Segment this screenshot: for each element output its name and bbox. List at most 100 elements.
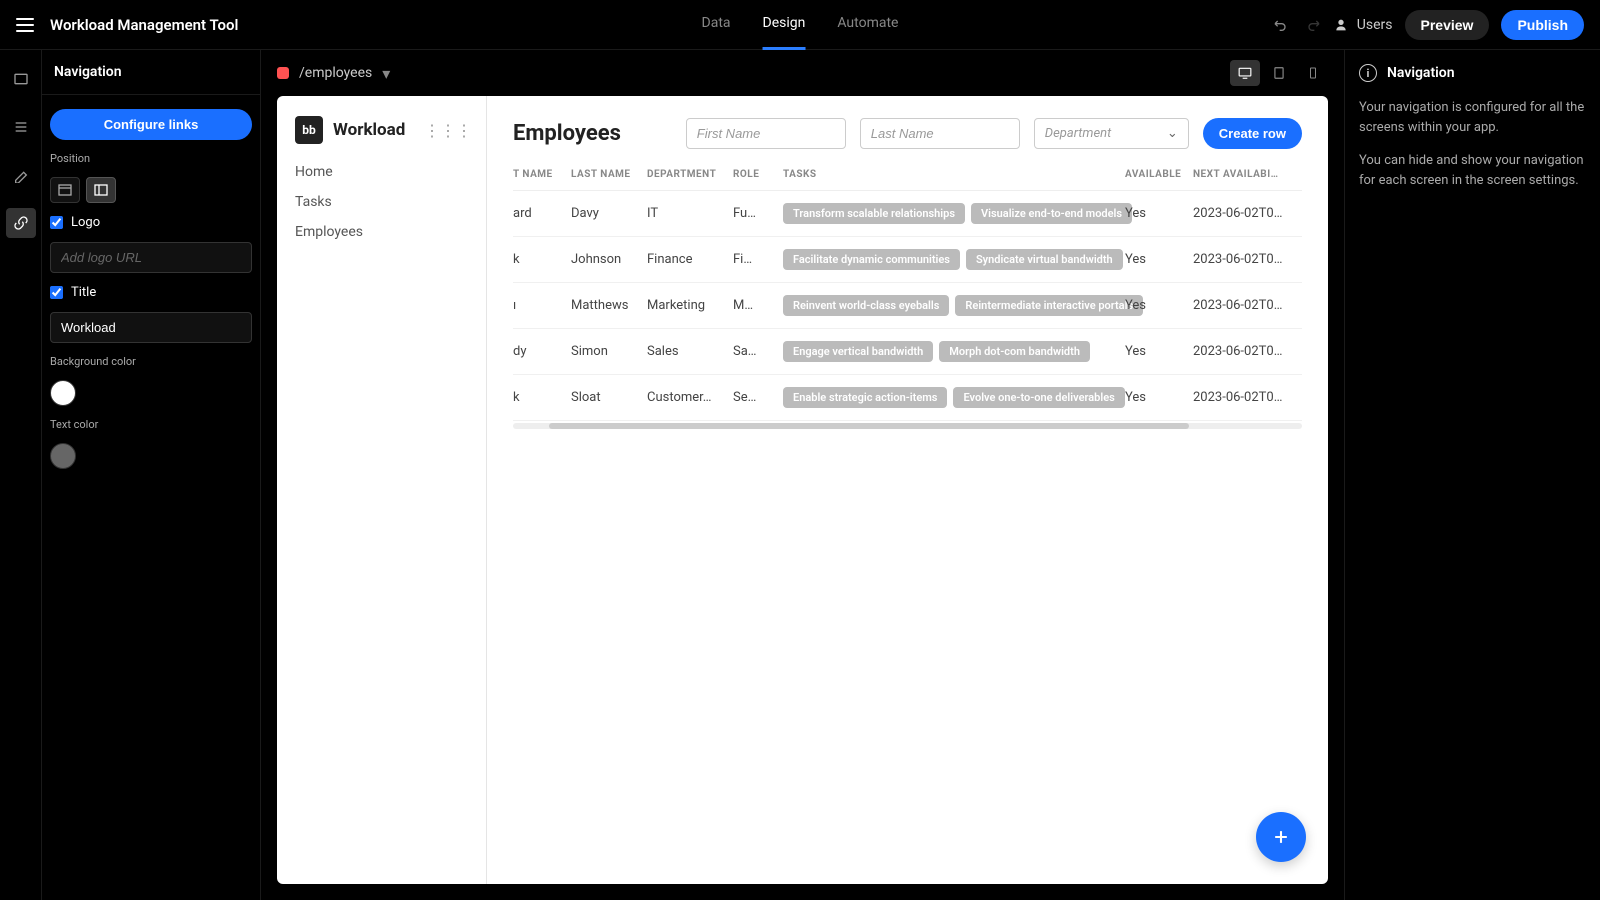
screen-name[interactable]: /employees	[299, 65, 372, 81]
fab-add-button[interactable]	[1256, 812, 1306, 862]
users-button[interactable]: Users	[1335, 17, 1393, 33]
chevron-down-icon[interactable]: ▾	[382, 64, 390, 83]
cell-next: 2023-06-02T08:…	[1193, 390, 1283, 405]
text-color-label: Text color	[50, 418, 252, 431]
col-header-dept[interactable]: DEPARTMENT	[647, 169, 733, 180]
cell-lname: Matthews	[571, 298, 647, 313]
table-row[interactable]: kSloatCustomer…Se…Enable strategic actio…	[513, 375, 1302, 421]
cell-fname: ı	[513, 298, 571, 313]
app-logo: bb	[295, 116, 323, 144]
cell-lname: Johnson	[571, 252, 647, 267]
cell-role: Fu…	[733, 206, 783, 221]
logo-url-input[interactable]	[50, 242, 252, 273]
department-placeholder: Department	[1045, 126, 1111, 141]
table-row[interactable]: dySimonSalesSa…Engage vertical bandwidth…	[513, 329, 1302, 375]
left-panel: Navigation Configure links Position Logo…	[42, 50, 261, 900]
bg-color-swatch[interactable]	[50, 380, 76, 406]
cell-tasks: Reinvent world-class eyeballsReintermedi…	[783, 295, 1119, 316]
device-toggle	[1230, 60, 1328, 86]
task-tag: Evolve one-to-one deliverables	[953, 387, 1124, 408]
rail-screens-icon[interactable]	[6, 64, 36, 94]
right-panel: i Navigation Your navigation is configur…	[1344, 50, 1600, 900]
text-color-swatch[interactable]	[50, 443, 76, 469]
cell-dept: Finance	[647, 252, 733, 267]
cell-avail: Yes	[1119, 206, 1193, 221]
app-brand-text: Workload	[333, 120, 405, 140]
task-tag: Syndicate virtual bandwidth	[966, 249, 1123, 270]
tab-design[interactable]: Design	[763, 0, 806, 50]
main-tabs: Data Design Automate	[702, 0, 899, 50]
title-label: Title	[71, 285, 96, 300]
configure-links-button[interactable]: Configure links	[50, 109, 252, 140]
tab-automate[interactable]: Automate	[837, 0, 898, 50]
table-row[interactable]: ardDavyITFu…Transform scalable relations…	[513, 191, 1302, 237]
horizontal-scrollbar[interactable]	[513, 423, 1302, 429]
icon-rail	[0, 50, 42, 900]
left-panel-title: Navigation	[42, 50, 260, 95]
cell-avail: Yes	[1119, 390, 1193, 405]
chevron-down-icon: ⌄	[1167, 126, 1178, 141]
task-tag: Morph dot-com bandwidth	[939, 341, 1090, 362]
tab-data[interactable]: Data	[702, 0, 731, 50]
preview-button[interactable]: Preview	[1405, 10, 1490, 40]
undo-icon[interactable]	[1271, 15, 1291, 35]
position-label: Position	[50, 152, 252, 165]
publish-button[interactable]: Publish	[1501, 10, 1584, 40]
col-header-avail[interactable]: AVAILABLE	[1119, 169, 1193, 180]
table-row[interactable]: kJohnsonFinanceFi…Facilitate dynamic com…	[513, 237, 1302, 283]
col-header-fname[interactable]: T NAME	[513, 169, 571, 180]
table-row[interactable]: ıMatthewsMarketingM…Reinvent world-class…	[513, 283, 1302, 329]
cell-dept: Customer…	[647, 390, 733, 405]
col-header-role[interactable]: ROLE	[733, 169, 783, 180]
cell-tasks: Enable strategic action-itemsEvolve one-…	[783, 387, 1119, 408]
title-checkbox-row[interactable]: Title	[50, 285, 252, 300]
table-header: T NAME LAST NAME DEPARTMENT ROLE TASKS A…	[513, 159, 1302, 191]
cell-next: 2023-06-02T08:…	[1193, 298, 1283, 313]
col-header-lname[interactable]: LAST NAME	[571, 169, 647, 180]
cell-tasks: Engage vertical bandwidthMorph dot-com b…	[783, 341, 1119, 362]
app-title: Workload Management Tool	[50, 16, 238, 34]
cell-dept: Sales	[647, 344, 733, 359]
nav-item-home[interactable]: Home	[295, 164, 468, 180]
create-row-button[interactable]: Create row	[1203, 118, 1302, 149]
page-title: Employees	[513, 121, 621, 146]
canvas-toolbar: /employees ▾	[261, 50, 1344, 96]
col-header-tasks[interactable]: TASKS	[783, 169, 1119, 180]
last-name-input[interactable]	[860, 118, 1020, 149]
cell-tasks: Facilitate dynamic communitiesSyndicate …	[783, 249, 1119, 270]
task-tag: Enable strategic action-items	[783, 387, 947, 408]
title-input[interactable]	[50, 312, 252, 343]
cell-lname: Sloat	[571, 390, 647, 405]
cell-avail: Yes	[1119, 252, 1193, 267]
logo-label: Logo	[71, 215, 100, 230]
right-panel-header: i Navigation	[1359, 64, 1586, 82]
grip-icon[interactable]: ⋮⋮⋮	[424, 121, 472, 140]
cell-fname: ard	[513, 206, 571, 221]
app-brand: bb Workload ⋮⋮⋮	[295, 116, 468, 144]
position-top-option[interactable]	[50, 177, 80, 203]
device-desktop-icon[interactable]	[1230, 60, 1260, 86]
logo-checkbox-row[interactable]: Logo	[50, 215, 252, 230]
department-select[interactable]: Department ⌄	[1034, 118, 1189, 149]
cell-role: M…	[733, 298, 783, 313]
app-nav: Home Tasks Employees	[295, 164, 468, 240]
device-tablet-icon[interactable]	[1264, 60, 1294, 86]
scrollbar-thumb[interactable]	[549, 423, 1189, 429]
rail-theme-icon[interactable]	[6, 160, 36, 190]
table: T NAME LAST NAME DEPARTMENT ROLE TASKS A…	[513, 159, 1302, 429]
hamburger-icon[interactable]	[16, 18, 34, 32]
position-left-option[interactable]	[86, 177, 116, 203]
col-header-next[interactable]: NEXT AVAILABILITY	[1193, 169, 1283, 180]
title-checkbox[interactable]	[50, 286, 63, 299]
redo-icon[interactable]	[1303, 15, 1323, 35]
cell-role: Fi…	[733, 252, 783, 267]
task-tag: Transform scalable relationships	[783, 203, 965, 224]
rail-components-icon[interactable]	[6, 112, 36, 142]
nav-item-employees[interactable]: Employees	[295, 224, 468, 240]
rail-navigation-icon[interactable]	[6, 208, 36, 238]
logo-checkbox[interactable]	[50, 216, 63, 229]
cell-fname: k	[513, 390, 571, 405]
first-name-input[interactable]	[686, 118, 846, 149]
device-mobile-icon[interactable]	[1298, 60, 1328, 86]
nav-item-tasks[interactable]: Tasks	[295, 194, 468, 210]
